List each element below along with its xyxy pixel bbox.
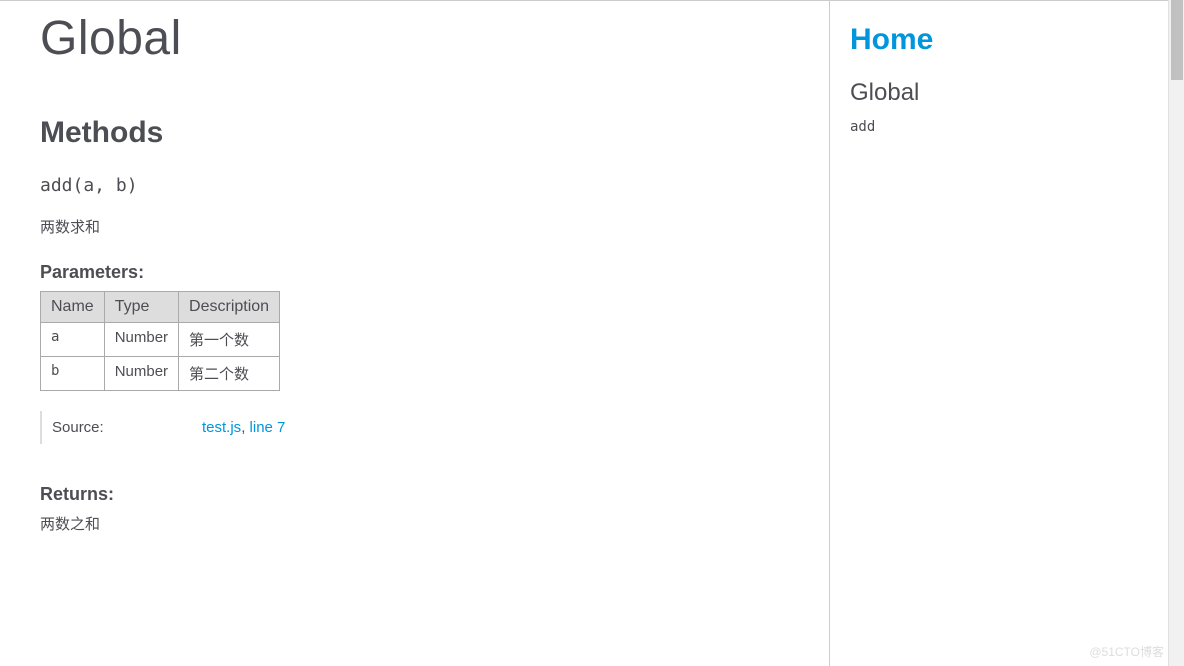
param-header-name: Name bbox=[41, 292, 105, 323]
table-row: b Number 第二个数 bbox=[41, 357, 280, 391]
scrollbar[interactable] bbox=[1168, 0, 1184, 666]
returns-description: 两数之和 bbox=[40, 513, 789, 534]
parameters-table: Name Type Description a Number 第一个数 b Nu… bbox=[40, 291, 280, 391]
method-description: 两数求和 bbox=[40, 216, 789, 237]
param-type: Number bbox=[104, 323, 178, 357]
param-name: b bbox=[41, 357, 105, 391]
param-header-type: Type bbox=[104, 292, 178, 323]
methods-heading: Methods bbox=[40, 116, 789, 150]
source-line-link[interactable]: line 7 bbox=[250, 419, 286, 436]
source-file-link[interactable]: test.js bbox=[202, 419, 241, 436]
scrollbar-thumb[interactable] bbox=[1171, 0, 1183, 80]
parameters-heading: Parameters: bbox=[40, 262, 789, 283]
nav-item-add[interactable]: add bbox=[850, 113, 1164, 141]
nav-global-heading: Global bbox=[850, 65, 1164, 113]
watermark: @51CTO博客 bbox=[1089, 643, 1164, 660]
page-title: Global bbox=[40, 11, 789, 66]
source-details: Source: test.js, line 7 bbox=[40, 411, 789, 444]
param-type: Number bbox=[104, 357, 178, 391]
main-content: Global Methods add(a, b) 两数求和 Parameters… bbox=[0, 1, 829, 666]
source-value: test.js, line 7 bbox=[202, 419, 285, 436]
param-desc: 第一个数 bbox=[179, 323, 280, 357]
param-name: a bbox=[41, 323, 105, 357]
nav-home-link[interactable]: Home bbox=[850, 1, 1164, 65]
param-desc: 第二个数 bbox=[179, 357, 280, 391]
method-signature: add(a, b) bbox=[40, 175, 789, 196]
table-row: a Number 第一个数 bbox=[41, 323, 280, 357]
source-label: Source: bbox=[52, 419, 202, 436]
source-separator: , bbox=[241, 419, 249, 436]
returns-heading: Returns: bbox=[40, 484, 789, 505]
param-header-desc: Description bbox=[179, 292, 280, 323]
sidebar-nav: Home Global add bbox=[829, 1, 1184, 666]
